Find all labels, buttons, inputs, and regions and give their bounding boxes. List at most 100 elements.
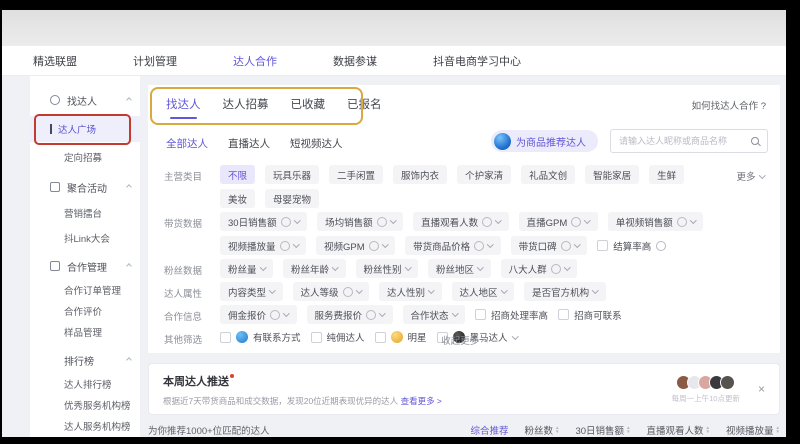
checkbox-icon[interactable] [558,309,569,320]
more-categories-link[interactable]: 更多 [736,169,764,183]
sidebar-item-label: 营销擂台 [64,206,102,220]
find-talent-icon [50,95,60,105]
attr-dropdown-talent-gender[interactable]: 达人性别 [379,282,442,301]
chevron-down-icon [405,264,411,270]
sort-video-views[interactable]: 视频播放量 [726,423,780,437]
info-icon [474,241,484,251]
nav-item-data-advisor[interactable]: 数据参谋 [333,53,377,69]
search-icon[interactable] [751,137,759,145]
close-icon[interactable]: × [758,383,765,395]
fans-dropdown-eight-groups[interactable]: 八大人群 [501,259,578,278]
nav-item-talent-cooperation[interactable]: 达人合作 [233,53,277,69]
subtab-live-talent[interactable]: 直播达人 [228,136,270,151]
sales-dropdown-live-viewers[interactable]: 直播观看人数 [413,212,509,231]
fans-dropdown-age[interactable]: 粉丝年龄 [283,259,346,278]
sidebar-item-label: 优秀服务机构榜 [64,398,131,412]
sidebar-group-aggregated-activities[interactable]: 聚合活动 [30,176,140,198]
coop-dropdown-service-fee[interactable]: 服务费报价 [307,305,393,324]
sidebar-group-rankings[interactable]: 排行榜 [30,349,140,371]
sidebar-item-marketing-arena[interactable]: 营销擂台 [30,202,140,224]
help-link[interactable]: 如何找达人合作 ? [692,98,766,112]
info-icon [280,241,290,251]
coop-dropdown-commission[interactable]: 佣金报价 [220,305,297,324]
search-input[interactable] [619,136,751,146]
collapse-more-link[interactable]: 收起更多 [148,333,780,347]
sidebar-item-cooperation-reviews[interactable]: 合作评价 [30,300,140,322]
see-more-link[interactable]: 查看更多 > [401,396,442,406]
sort-arrows-icon [555,426,559,434]
main-content: 找达人 达人招募 已收藏 已报名 如何找达人合作 ? 全部达人 直播达人 短视频… [148,85,780,437]
fans-dropdown-gender[interactable]: 粉丝性别 [356,259,419,278]
sidebar-item-label: 达人服务机构榜 [64,419,131,433]
category-option-gifts[interactable]: 礼品文创 [521,165,575,184]
more-label: 更多 [736,169,755,183]
subtab-video-talent[interactable]: 短视频达人 [290,136,343,151]
category-option-fresh[interactable]: 生鲜 [649,165,684,184]
red-annotation-box [34,114,131,145]
sort-live-viewers[interactable]: 直播观看人数 [647,423,710,437]
checkbox-icon[interactable] [597,240,608,251]
sidebar-group-label: 聚合活动 [67,180,107,195]
sort-comprehensive[interactable]: 综合推荐 [470,423,508,437]
sidebar-item-service-agency-ranking[interactable]: 达人服务机构榜 [30,415,140,437]
checkbox-settlement-rate[interactable]: 结算率高 [597,239,666,253]
attr-dropdown-official-agency[interactable]: 是否官方机构 [524,282,606,301]
chevron-down-icon [487,241,493,247]
sales-dropdown-live-gpm[interactable]: 直播GPM [519,212,598,231]
screenshot-frame: 精选联盟 计划管理 达人合作 数据参谋 抖音电商学习中心 找达人 达人广场 定向… [0,0,800,444]
coop-dropdown-status[interactable]: 合作状态 [403,305,466,324]
sidebar-group-cooperation-management[interactable]: 合作管理 [30,255,140,277]
filter-label: 达人属性 [164,282,220,301]
attr-dropdown-talent-region[interactable]: 达人地区 [452,282,515,301]
info-icon [677,217,687,227]
recommend-talent-button[interactable]: 为商品推荐达人 [491,130,598,152]
sales-dropdown-video-views[interactable]: 视频播放量 [220,236,306,255]
category-option-personal-care[interactable]: 个护家清 [457,165,511,184]
fans-dropdown-count[interactable]: 粉丝量 [220,259,273,278]
banner-right: 每周一上午10点更新 × [672,375,765,404]
info-icon [377,217,387,227]
category-option-beauty[interactable]: 美妆 [220,189,255,208]
chevron-down-icon [690,217,696,223]
category-option-mother-baby[interactable]: 母婴宠物 [265,189,319,208]
results-summary: 为你推荐1000+位匹配的达人 [148,423,270,437]
sidebar-item-doulink-conference[interactable]: 抖Link大会 [30,227,140,249]
sidebar-group-find-talent[interactable]: 找达人 [30,89,140,111]
sales-dropdown-reputation[interactable]: 带货口碑 [511,236,588,255]
sales-dropdown-video-gpm[interactable]: 视频GPM [316,236,395,255]
sales-dropdown-30d-sales[interactable]: 30日销售额 [220,212,307,231]
sidebar-group-label: 合作管理 [67,259,107,274]
fans-dropdown-region[interactable]: 粉丝地区 [428,259,491,278]
subtab-all-talent[interactable]: 全部达人 [166,136,208,151]
sort-30d-sales[interactable]: 30日销售额 [575,423,630,437]
sidebar-item-agency-ranking[interactable]: 优秀服务机构榜 [30,394,140,416]
nav-item-alliance[interactable]: 精选联盟 [33,53,77,69]
attr-dropdown-content-type[interactable]: 内容类型 [220,282,283,301]
collapse-label: 收起更多 [441,336,479,347]
sidebar-item-cooperation-orders[interactable]: 合作订单管理 [30,279,140,301]
sidebar-item-directional-recruit[interactable]: 定向招募 [30,146,140,168]
chevron-down-icon [293,241,299,247]
checkbox-merchant-response-rate[interactable]: 招商处理率高 [475,308,548,322]
sales-dropdown-product-price[interactable]: 带货商品价格 [405,236,501,255]
sidebar-item-talent-ranking[interactable]: 达人排行榜 [30,373,140,395]
info-icon [270,310,280,320]
sort-fans-count[interactable]: 粉丝数 [525,423,560,437]
category-option-secondhand[interactable]: 二手闲置 [329,165,383,184]
category-option-toys[interactable]: 玩具乐器 [265,165,319,184]
sales-dropdown-single-video-sales[interactable]: 单视频销售额 [608,212,704,231]
info-icon [561,241,571,251]
sales-dropdown-avg-session-sales[interactable]: 场均销售额 [317,212,403,231]
nav-item-plan-management[interactable]: 计划管理 [133,53,177,69]
notification-dot [230,374,234,378]
category-option-apparel[interactable]: 服饰内衣 [393,165,447,184]
sidebar-item-sample-management[interactable]: 样品管理 [30,321,140,343]
banner-title: 本周达人推送 [163,373,234,389]
checkbox-merchant-contactable[interactable]: 招商可联系 [558,308,622,322]
category-option-unlimited[interactable]: 不限 [220,165,255,184]
checkbox-icon[interactable] [475,309,486,320]
category-option-smart-home[interactable]: 智能家居 [585,165,639,184]
attr-dropdown-talent-level[interactable]: 达人等级 [293,282,370,301]
chevron-down-icon [501,287,507,293]
nav-item-learning-center[interactable]: 抖音电商学习中心 [433,53,521,69]
